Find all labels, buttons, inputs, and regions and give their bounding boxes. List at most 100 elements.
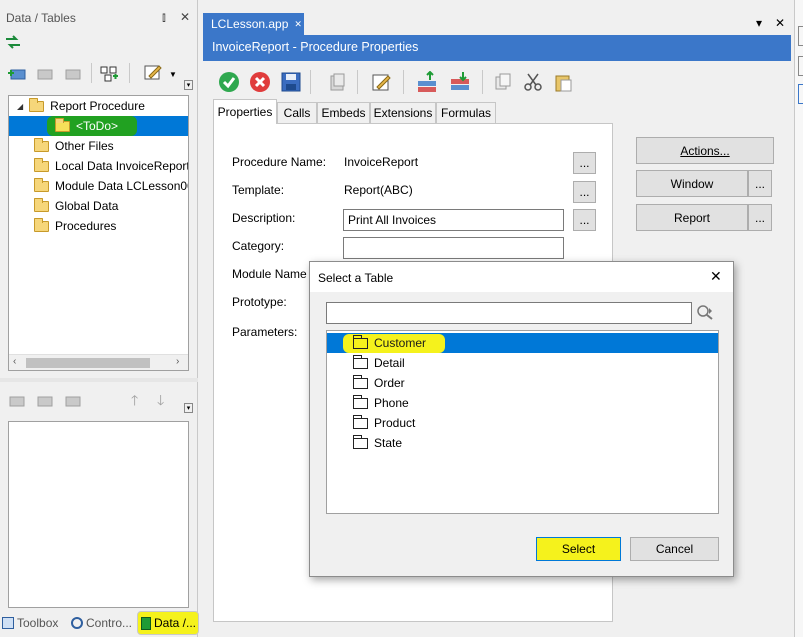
- dialog-title-bar: Select a Table ✕: [310, 262, 733, 292]
- bottom-tab-label: Data /...: [154, 616, 197, 630]
- bottom-tab-data[interactable]: Data /...: [137, 611, 199, 635]
- edit-icon[interactable]: [369, 70, 393, 94]
- table-item-state[interactable]: State: [352, 433, 402, 453]
- bottom-tab-label: Contro...: [86, 616, 133, 630]
- tree-item-other-files[interactable]: Other Files: [34, 136, 114, 156]
- cut-icon: [521, 70, 545, 94]
- description-ellipsis-button[interactable]: ...: [573, 209, 596, 231]
- sync-icon[interactable]: [2, 32, 24, 52]
- close-window-icon[interactable]: ✕: [775, 16, 785, 30]
- select-button[interactable]: Select: [536, 537, 621, 561]
- tree-item-global-data[interactable]: Global Data: [34, 196, 118, 216]
- table-item-label: Product: [374, 416, 416, 430]
- dialog-title: Select a Table: [318, 271, 394, 285]
- left-panel-title: Data / Tables: [6, 11, 76, 25]
- paste-icon: [551, 70, 575, 94]
- insert-icon[interactable]: [6, 64, 28, 84]
- overflow-icon[interactable]: ▾: [184, 80, 193, 90]
- category-label: Category:: [232, 239, 285, 253]
- tree-item-report-procedure[interactable]: ◢ Report Procedure: [9, 96, 188, 116]
- tab-embeds[interactable]: Embeds: [317, 102, 370, 123]
- window-button[interactable]: Window: [636, 170, 748, 197]
- folder-icon: [34, 217, 49, 232]
- cancel-icon[interactable]: [248, 70, 272, 94]
- edit-row-icon: [34, 64, 56, 84]
- table-item-phone[interactable]: Phone: [352, 393, 409, 413]
- splitter[interactable]: [0, 378, 198, 382]
- template-label: Template:: [232, 183, 285, 197]
- tree-item-label: Procedures: [55, 219, 117, 233]
- close-tab-icon[interactable]: ✕: [294, 19, 302, 30]
- table-item-label: Detail: [374, 356, 405, 370]
- scrollbar-thumb[interactable]: [26, 358, 150, 368]
- tab-calls[interactable]: Calls: [277, 102, 317, 123]
- overflow-icon[interactable]: ▾: [184, 403, 193, 413]
- bottom-tab-toolbox[interactable]: Toolbox: [2, 612, 68, 634]
- category-field[interactable]: [343, 237, 564, 259]
- tree-item-todo[interactable]: <ToDo>: [9, 116, 188, 136]
- description-field[interactable]: Print All Invoices: [343, 209, 564, 231]
- search-icon[interactable]: [696, 304, 714, 323]
- table-list: Customer Detail Order Phone Product Stat…: [326, 330, 719, 514]
- edit-icon[interactable]: [142, 62, 164, 82]
- folder-icon: [352, 374, 368, 389]
- move-down-procedure-icon[interactable]: [448, 70, 472, 94]
- tab-formulas[interactable]: Formulas: [436, 102, 496, 123]
- scroll-left-icon[interactable]: ‹: [13, 356, 16, 367]
- table-item-order[interactable]: Order: [352, 373, 405, 393]
- report-button[interactable]: Report: [636, 204, 748, 231]
- dialog-close-icon[interactable]: ✕: [710, 268, 722, 285]
- document-tab[interactable]: LCLesson.app ✕: [203, 13, 304, 35]
- toolbar-divider: [357, 70, 358, 94]
- folder-icon: [352, 394, 368, 409]
- toolbar-divider: [310, 70, 311, 94]
- tree-item-label: Module Data LCLesson00: [55, 179, 189, 193]
- dropdown-icon[interactable]: ▾: [756, 16, 762, 30]
- tree-item-module-data[interactable]: Module Data LCLesson00: [34, 176, 189, 196]
- scroll-right-icon[interactable]: ›: [176, 356, 179, 367]
- close-icon[interactable]: ✕: [180, 10, 190, 24]
- module-name-label: Module Name: [232, 267, 307, 281]
- tree-item-label: Local Data InvoiceReport: [55, 159, 189, 173]
- insert-icon: [6, 391, 28, 411]
- add-table-icon[interactable]: [98, 64, 120, 84]
- table-item-detail[interactable]: Detail: [352, 353, 405, 373]
- horizontal-scrollbar[interactable]: ‹ ›: [9, 354, 188, 370]
- procedure-name-value: InvoiceReport: [344, 155, 419, 169]
- report-ellipsis-button[interactable]: ...: [748, 204, 772, 231]
- description-label: Description:: [232, 211, 296, 225]
- table-search-input[interactable]: [326, 302, 692, 324]
- tab-properties[interactable]: Properties: [213, 99, 277, 124]
- edit-row-icon: [34, 391, 56, 411]
- template-ellipsis-button[interactable]: ...: [573, 181, 596, 203]
- tab-label: Calls: [283, 106, 311, 120]
- edge-marker: [798, 56, 803, 76]
- window-ellipsis-button[interactable]: ...: [748, 170, 772, 197]
- tree-item-local-data[interactable]: Local Data InvoiceReport: [34, 156, 189, 176]
- tree-item-label: Global Data: [55, 199, 119, 213]
- folder-icon: [55, 117, 70, 132]
- move-up-procedure-icon[interactable]: [415, 70, 439, 94]
- tree-item-label: <ToDo>: [76, 119, 119, 133]
- tab-extensions[interactable]: Extensions: [370, 102, 436, 123]
- field-list: [8, 421, 189, 608]
- table-item-customer[interactable]: Customer: [327, 333, 718, 353]
- delete-row-icon: [62, 391, 84, 411]
- table-item-product[interactable]: Product: [352, 413, 416, 433]
- bottom-tab-controls[interactable]: Contro...: [71, 612, 135, 634]
- dropdown-arrow-icon[interactable]: ▼: [169, 70, 177, 79]
- tree-item-procedures[interactable]: Procedures: [34, 216, 116, 236]
- ok-icon[interactable]: [217, 70, 241, 94]
- procedure-name-ellipsis-button[interactable]: ...: [573, 152, 596, 174]
- save-icon[interactable]: [279, 70, 303, 94]
- delete-row-icon: [62, 64, 84, 84]
- pin-icon[interactable]: ⫾: [162, 10, 166, 25]
- tab-label: Properties: [217, 105, 273, 119]
- edge-marker: [798, 26, 803, 46]
- toolbar-divider: [403, 70, 404, 94]
- table-item-label: Phone: [374, 396, 409, 410]
- actions-button[interactable]: Actions...: [636, 137, 774, 164]
- cancel-button[interactable]: Cancel: [630, 537, 719, 561]
- folder-icon: [352, 334, 368, 349]
- expand-arrow-icon[interactable]: ◢: [17, 102, 23, 111]
